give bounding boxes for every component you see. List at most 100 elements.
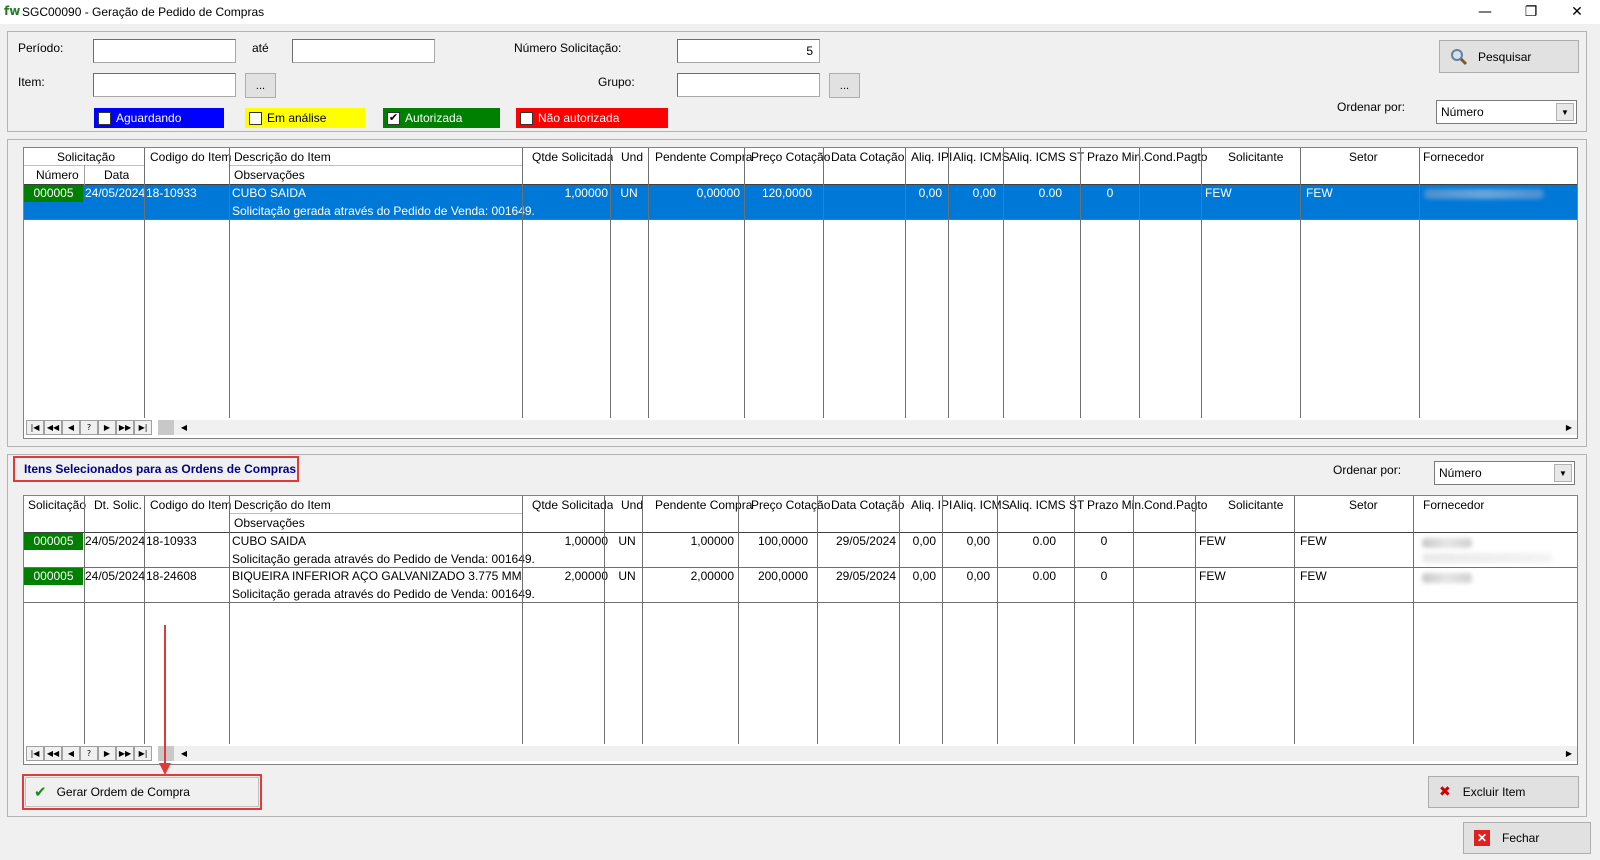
status-aguardando[interactable]: Aguardando <box>94 108 224 128</box>
item-observation: Solicitação gerada através do Pedido de … <box>232 587 535 601</box>
preco-value: 120,0000 <box>761 186 812 200</box>
col-qtde[interactable]: Qtde Solicitada <box>532 498 613 512</box>
scroll-left-icon[interactable]: ◀ <box>176 420 192 435</box>
col-prazo[interactable]: Prazo Min. <box>1087 498 1144 512</box>
prev-page-icon[interactable]: ◀◀ <box>44 746 62 761</box>
periodo-from-input[interactable] <box>93 39 236 63</box>
checkbox-icon[interactable] <box>249 111 262 125</box>
requests-grid[interactable]: Solicitação Número Data Codigo do Item D… <box>23 147 1578 439</box>
col-solicitacao[interactable]: Solicitação <box>57 150 115 164</box>
selected-items-grid[interactable]: Solicitação Dt. Solic. Codigo do Item De… <box>23 495 1578 765</box>
col-setor[interactable]: Setor <box>1349 150 1378 164</box>
app-logo: fw <box>4 4 21 18</box>
bottom-grid-navigator[interactable]: |◀ ◀◀ ◀ ? ▶ ▶▶ ▶| <box>26 746 152 761</box>
col-solicitante[interactable]: Solicitante <box>1228 150 1283 164</box>
fechar-button[interactable]: ✕ Fechar <box>1463 822 1591 854</box>
request-number: 000005 <box>24 568 83 585</box>
col-prazo[interactable]: Prazo Min. <box>1087 150 1144 164</box>
table-row[interactable]: 000005 24/05/2024 18-10933 CUBO SAIDA So… <box>24 533 1577 567</box>
excluir-item-button[interactable]: ✖ Excluir Item <box>1428 776 1579 808</box>
next-record-icon[interactable]: ▶ <box>98 420 116 435</box>
col-ipi[interactable]: Aliq. IPI <box>911 498 952 512</box>
last-record-icon[interactable]: ▶| <box>134 420 152 435</box>
col-preco[interactable]: Preço Cotação <box>751 150 830 164</box>
minimize-button[interactable]: — <box>1462 0 1508 24</box>
scroll-thumb[interactable] <box>158 420 174 435</box>
col-cond[interactable]: Cond.Pagto <box>1144 150 1207 164</box>
col-setor[interactable]: Setor <box>1349 498 1378 512</box>
checkbox-icon[interactable] <box>98 111 111 125</box>
col-solicitante[interactable]: Solicitante <box>1228 498 1283 512</box>
col-codigo[interactable]: Codigo do Item <box>150 150 231 164</box>
chevron-down-icon[interactable]: ▼ <box>1556 103 1574 121</box>
top-grid-scrollbar[interactable]: ◀ ▶ <box>158 420 1577 435</box>
prev-record-icon[interactable]: ◀ <box>62 746 80 761</box>
col-qtde[interactable]: Qtde Solicitada <box>532 150 613 164</box>
checkbox-icon[interactable] <box>520 111 533 125</box>
numero-solicitacao-input[interactable]: 5 <box>677 39 820 63</box>
scroll-right-icon[interactable]: ▶ <box>1561 746 1577 761</box>
scroll-right-icon[interactable]: ▶ <box>1561 420 1577 435</box>
col-solicitacao[interactable]: Solicitação <box>28 498 86 512</box>
pesquisar-button[interactable]: Pesquisar <box>1439 40 1579 73</box>
prev-page-icon[interactable]: ◀◀ <box>44 420 62 435</box>
col-codigo[interactable]: Codigo do Item <box>150 498 231 512</box>
scroll-left-icon[interactable]: ◀ <box>176 746 192 761</box>
grupo-input[interactable] <box>677 73 820 97</box>
col-data-cotacao[interactable]: Data Cotação <box>831 150 904 164</box>
col-descricao[interactable]: Descrição do Item <box>234 150 331 164</box>
help-icon[interactable]: ? <box>80 420 98 435</box>
col-observacoes[interactable]: Observações <box>234 168 305 182</box>
top-grid-navigator[interactable]: |◀ ◀◀ ◀ ? ▶ ▶▶ ▶| <box>26 420 152 435</box>
col-data-cotacao[interactable]: Data Cotação <box>831 498 904 512</box>
chevron-down-icon[interactable]: ▼ <box>1554 464 1572 482</box>
prev-record-icon[interactable]: ◀ <box>62 420 80 435</box>
checkmark-icon[interactable]: ✔ <box>387 111 400 125</box>
help-icon[interactable]: ? <box>80 746 98 761</box>
col-observacoes[interactable]: Observações <box>234 516 305 530</box>
first-record-icon[interactable]: |◀ <box>26 746 44 761</box>
col-dt-solic[interactable]: Dt. Solic. <box>94 498 142 512</box>
last-record-icon[interactable]: ▶| <box>134 746 152 761</box>
col-fornecedor[interactable]: Fornecedor <box>1423 150 1484 164</box>
item-input[interactable] <box>93 73 236 97</box>
close-window-button[interactable]: ✕ <box>1554 0 1600 24</box>
table-row[interactable]: 000005 24/05/2024 18-10933 CUBO SAIDA So… <box>24 185 1577 219</box>
bottom-ordenar-select[interactable]: Número ▼ <box>1434 461 1575 485</box>
next-page-icon[interactable]: ▶▶ <box>116 746 134 761</box>
restore-button[interactable]: ❐ <box>1508 0 1554 24</box>
status-nao-autorizada[interactable]: Não autorizada <box>516 108 668 128</box>
qtde-value: 1,00000 <box>564 186 608 200</box>
grupo-browse-button[interactable]: ... <box>829 73 860 98</box>
next-record-icon[interactable]: ▶ <box>98 746 116 761</box>
col-und[interactable]: Und <box>621 150 643 164</box>
first-record-icon[interactable]: |◀ <box>26 420 44 435</box>
ordenar-select[interactable]: Número ▼ <box>1436 100 1577 124</box>
col-numero[interactable]: Número <box>36 168 79 182</box>
col-ipi[interactable]: Aliq. IPI <box>911 150 952 164</box>
next-page-icon[interactable]: ▶▶ <box>116 420 134 435</box>
col-descricao[interactable]: Descrição do Item <box>234 498 331 512</box>
request-date: 24/05/2024 <box>85 534 146 548</box>
item-browse-button[interactable]: ... <box>245 73 276 98</box>
table-row[interactable]: 000005 24/05/2024 18-24608 BIQUEIRA INFE… <box>24 568 1577 602</box>
col-und[interactable]: Und <box>621 498 643 512</box>
col-pendente[interactable]: Pendente Compra <box>655 150 752 164</box>
icms-value: 0,00 <box>966 534 990 548</box>
request-date: 24/05/2024 <box>85 186 146 200</box>
col-fornecedor[interactable]: Fornecedor <box>1423 498 1484 512</box>
bottom-grid-scrollbar[interactable]: ◀ ▶ <box>158 746 1577 761</box>
periodo-to-input[interactable] <box>292 39 435 63</box>
status-em-analise[interactable]: Em análise <box>245 108 365 128</box>
col-cond[interactable]: Cond.Pagto <box>1144 498 1207 512</box>
status-label: Não autorizada <box>538 111 620 125</box>
col-icms[interactable]: Aliq. ICMS <box>953 498 1010 512</box>
col-preco[interactable]: Preço Cotação <box>751 498 830 512</box>
solicitante-value: FEW <box>1199 534 1226 548</box>
status-autorizada[interactable]: ✔ Autorizada <box>383 108 500 128</box>
gerar-ordem-button[interactable]: ✔ Gerar Ordem de Compra <box>25 777 259 807</box>
col-data[interactable]: Data <box>104 168 129 182</box>
col-icms-st[interactable]: Aliq. ICMS ST <box>1009 150 1084 164</box>
redacted-fornecedor <box>1424 189 1544 199</box>
col-icms[interactable]: Aliq. ICMS <box>953 150 1010 164</box>
